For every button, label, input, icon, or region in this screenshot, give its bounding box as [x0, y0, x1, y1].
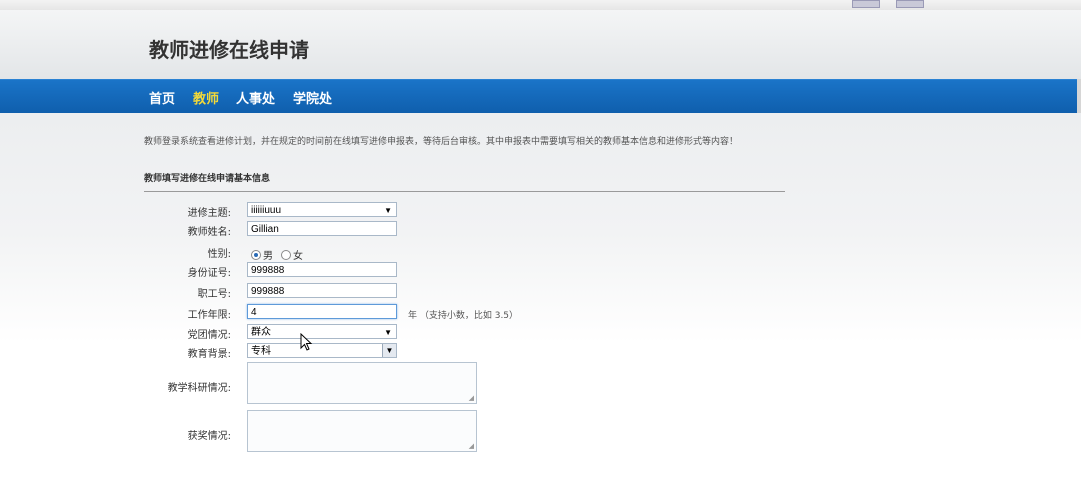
nav-home[interactable]: 首页	[149, 88, 175, 107]
page-title: 教师进修在线申请	[149, 38, 309, 62]
dropdown-arrow-icon[interactable]: ▼	[382, 344, 396, 357]
gender-male-label: 男	[263, 251, 273, 262]
edu-select[interactable]: 专科 ▼	[247, 343, 397, 358]
main-nav: 首页 教师 人事处 学院处	[0, 79, 1077, 114]
radio-on-icon	[251, 250, 261, 260]
section-divider	[144, 191, 785, 192]
research-textarea[interactable]: ◢	[247, 362, 477, 404]
resize-grip-icon[interactable]: ◢	[469, 394, 474, 402]
party-label: 党团情况:	[187, 330, 231, 341]
dropdown-arrow-icon: ▼	[384, 328, 392, 337]
top-strip	[0, 0, 1081, 10]
radio-off-icon	[281, 250, 291, 260]
topic-label: 进修主题:	[187, 208, 231, 219]
awards-textarea[interactable]: ◢	[247, 410, 477, 452]
topic-value: iiiiiiuuu	[251, 205, 282, 216]
research-label: 教学科研情况:	[167, 383, 231, 394]
resize-grip-icon[interactable]: ◢	[469, 442, 474, 450]
years-input[interactable]: 4	[247, 304, 397, 319]
intro-text: 教师登录系统查看进修计划，并在规定的时间前在线填写进修申报表，等待后台审核。其中…	[144, 137, 739, 147]
party-select[interactable]: 群众 ▼	[247, 324, 397, 339]
nav-teacher[interactable]: 教师	[193, 88, 219, 107]
staff-input[interactable]: 999888	[247, 283, 397, 298]
top-button-1[interactable]	[852, 0, 880, 8]
gender-female-label: 女	[293, 251, 303, 262]
section-heading: 教师填写进修在线申请基本信息	[144, 174, 271, 184]
header: 教师进修在线申请	[0, 10, 1081, 79]
topic-select[interactable]: iiiiiiuuu ▼	[247, 202, 397, 217]
id-input[interactable]: 999888	[247, 262, 397, 277]
name-input[interactable]: Gillian	[247, 221, 397, 236]
years-label: 工作年限:	[187, 310, 231, 321]
dropdown-arrow-icon: ▼	[384, 206, 392, 215]
id-label: 身份证号:	[187, 268, 231, 279]
gender-radio-female[interactable]: 女	[281, 247, 303, 262]
nav-hr[interactable]: 人事处	[236, 88, 275, 107]
mouse-cursor-icon	[300, 333, 313, 351]
gender-radio-male[interactable]: 男	[251, 247, 273, 262]
party-value: 群众	[251, 327, 271, 338]
top-button-2[interactable]	[896, 0, 924, 8]
edu-value: 专科	[251, 346, 271, 357]
staff-label: 职工号:	[197, 289, 231, 300]
gender-label: 性别:	[207, 249, 231, 260]
years-hint: 年 （支持小数，比如 3.5）	[408, 311, 519, 321]
nav-college[interactable]: 学院处	[293, 88, 332, 107]
name-label: 教师姓名:	[187, 227, 231, 238]
edu-label: 教育背景:	[187, 349, 231, 360]
awards-label: 获奖情况:	[187, 431, 231, 442]
